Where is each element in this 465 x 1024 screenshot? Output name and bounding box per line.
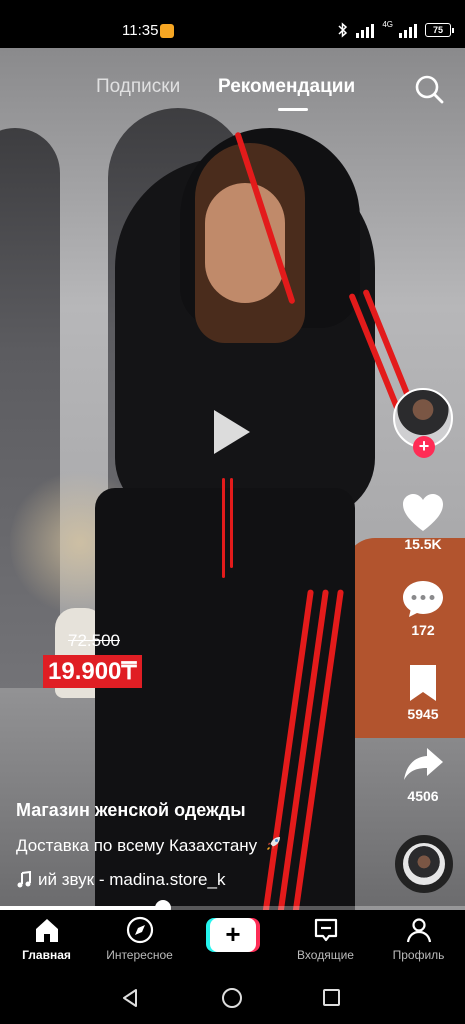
- drawstring: [222, 478, 225, 578]
- save-count: 5945: [407, 706, 439, 722]
- drawstring: [230, 478, 233, 568]
- nav-profile-label: Профиль: [392, 948, 445, 962]
- author-name[interactable]: Магазин женской одежды: [16, 800, 246, 821]
- heart-icon: [403, 494, 443, 531]
- sound-name: ий звук - madina.store_k: [38, 870, 226, 889]
- battery-icon: 75: [425, 23, 454, 37]
- comment-icon: [403, 581, 443, 617]
- nav-profile[interactable]: Профиль: [372, 916, 465, 962]
- nav-home[interactable]: Главная: [0, 916, 93, 962]
- tab-for-you[interactable]: Рекомендации: [218, 76, 355, 98]
- bookmark-icon: [410, 665, 436, 701]
- nav-discover-label: Интересное: [106, 948, 173, 962]
- status-time: 11:35: [122, 22, 159, 39]
- save-button[interactable]: 5945: [393, 662, 453, 722]
- description-text: Доставка по всему Казахстану: [16, 836, 258, 855]
- nav-home-label: Главная: [22, 948, 71, 962]
- creator-avatar[interactable]: +: [393, 388, 453, 458]
- notification-app-icon: [160, 24, 174, 38]
- tab-following[interactable]: Подписки: [96, 76, 180, 98]
- share-count: 4506: [407, 788, 439, 804]
- recent-apps-icon[interactable]: [323, 989, 340, 1006]
- signal-icon: [356, 22, 375, 38]
- status-bar: 11:35 4G 75: [0, 0, 465, 48]
- follow-button[interactable]: +: [413, 436, 435, 458]
- like-count: 15.5K: [404, 536, 442, 552]
- inbox-icon: [314, 918, 337, 942]
- comment-count: 172: [411, 622, 435, 638]
- system-nav-bar: [0, 970, 465, 1024]
- plus-icon: +: [210, 918, 256, 952]
- search-icon[interactable]: [414, 74, 444, 104]
- music-note-icon: [17, 871, 31, 888]
- share-icon: [404, 748, 443, 780]
- sale-price: 19.900₸: [43, 655, 142, 688]
- music-disc[interactable]: [395, 835, 453, 893]
- comment-button[interactable]: 172: [393, 578, 453, 638]
- battery-level: 75: [432, 25, 443, 35]
- rocket-icon: [266, 837, 280, 851]
- network-type: 4G: [382, 19, 393, 29]
- play-icon[interactable]: [214, 410, 250, 454]
- back-icon[interactable]: [120, 988, 140, 1008]
- like-button[interactable]: 15.5K: [393, 492, 453, 552]
- video-description: Доставка по всему Казахстану: [16, 835, 282, 856]
- compass-icon: [126, 916, 153, 944]
- feed-tabs: Подписки Рекомендации: [0, 74, 465, 114]
- share-button[interactable]: 4506: [393, 744, 453, 804]
- nav-discover[interactable]: Интересное: [93, 916, 186, 962]
- home-button-icon[interactable]: [222, 988, 242, 1008]
- create-button[interactable]: +: [206, 918, 260, 952]
- active-tab-indicator: [278, 108, 308, 111]
- status-icons: 4G 75: [338, 19, 454, 38]
- nav-inbox-label: Входящие: [297, 948, 354, 962]
- signal-icon-2: [399, 22, 417, 38]
- home-icon: [35, 919, 58, 942]
- nav-inbox[interactable]: Входящие: [279, 916, 372, 962]
- profile-icon: [406, 918, 431, 943]
- old-price: 72.500: [68, 631, 120, 650]
- bottom-nav: Главная Интересное + Входящие Профиль: [0, 910, 465, 970]
- sound-link[interactable]: ий звук - madina.store_k: [16, 870, 225, 890]
- bluetooth-icon: [338, 22, 348, 38]
